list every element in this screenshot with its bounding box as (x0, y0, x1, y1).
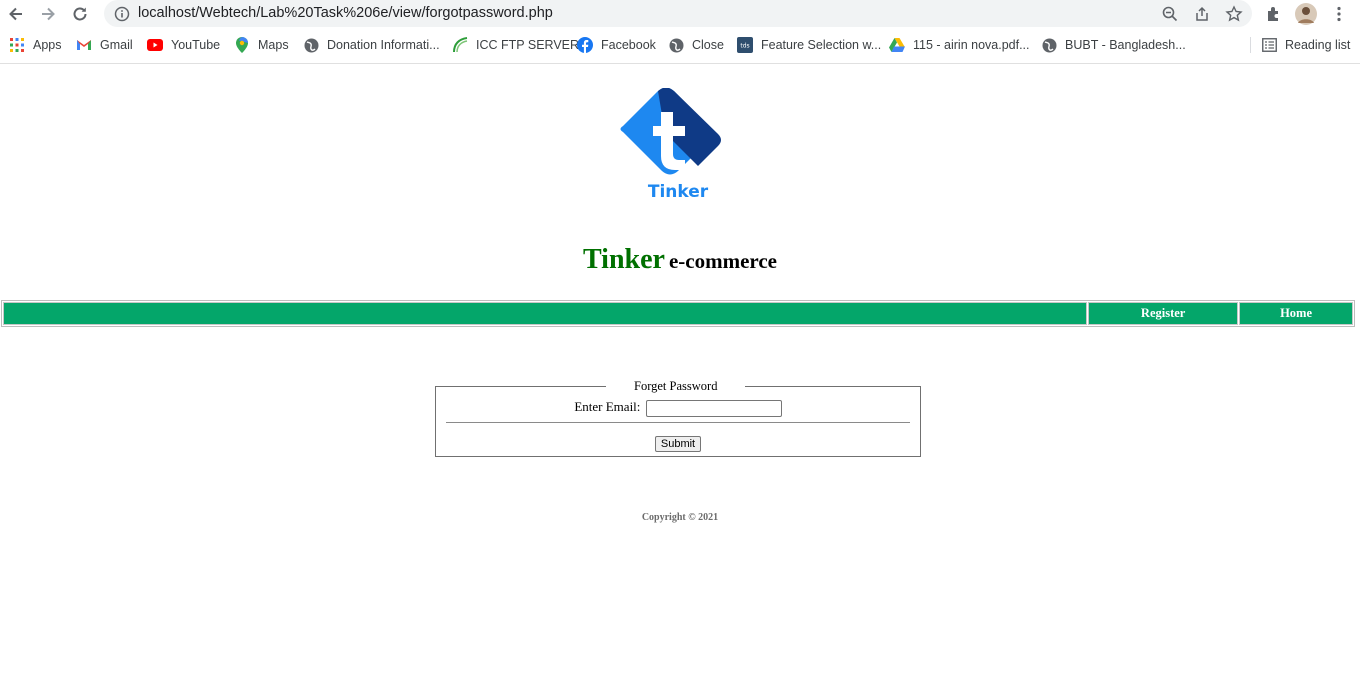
globe-icon (303, 37, 319, 53)
svg-text:tds: tds (740, 43, 749, 50)
bookmark-label: Feature Selection w... (761, 38, 882, 52)
facebook-icon (577, 37, 593, 53)
arrow-right-icon (42, 7, 55, 21)
bookmark-label: Donation Informati... (327, 38, 440, 52)
brand-subtitle: e-commerce (668, 249, 777, 273)
copyright-text: Copyright © 2021 (641, 512, 719, 523)
browser-toolbar: localhost/Webtech/Lab%20Task%206e/view/f… (0, 0, 1360, 28)
bookmark-label: 115 - airin nova.pdf... (913, 38, 1030, 52)
extensions-puzzle-icon[interactable] (1263, 3, 1285, 25)
reading-list-icon (1261, 37, 1277, 53)
bookmark-star-icon[interactable] (1224, 4, 1244, 24)
email-label: Enter Email: (574, 399, 641, 414)
bookmark-label: YouTube (171, 38, 221, 52)
brand-name: Tinker (583, 244, 665, 275)
bookmark-airin-nova-pdf[interactable]: 115 - airin nova.pdf... (889, 35, 1030, 55)
site-heading: Tinker e-commerce (0, 244, 1360, 276)
bookmarks-divider (1250, 37, 1251, 53)
more-menu-icon[interactable] (1328, 3, 1350, 25)
bookmarks-bar: Apps Gmail YouTube Maps Donation Informa… (0, 32, 1360, 58)
bookmark-feature-selection[interactable]: tds Feature Selection w... (737, 35, 881, 55)
main-nav: Register Home (1, 300, 1355, 327)
bookmark-label: Gmail (100, 38, 133, 52)
email-input[interactable] (645, 399, 782, 417)
url-text[interactable]: localhost/Webtech/Lab%20Task%206e/view/f… (138, 5, 553, 21)
chrome-divider (0, 63, 1360, 64)
address-bar[interactable]: localhost/Webtech/Lab%20Task%206e/view/f… (104, 0, 1252, 27)
bookmark-youtube[interactable]: YouTube (147, 35, 220, 55)
profile-avatar[interactable] (1295, 3, 1317, 25)
reload-button[interactable] (69, 3, 91, 25)
nav-register-link[interactable]: Register (1088, 302, 1239, 325)
nav-home-link[interactable]: Home (1239, 302, 1353, 325)
bookmark-label: Apps (33, 38, 62, 52)
forward-button[interactable] (37, 3, 59, 25)
bookmark-label: Maps (258, 38, 289, 52)
reload-icon (73, 7, 87, 21)
youtube-icon (147, 37, 163, 53)
tds-icon: tds (737, 37, 753, 53)
reading-list-button[interactable]: Reading list (1261, 35, 1350, 55)
drive-icon (889, 37, 905, 53)
bookmark-facebook[interactable]: Facebook (577, 35, 656, 55)
submit-button[interactable]: Submit (654, 436, 702, 452)
email-row: Enter Email: (436, 399, 920, 417)
forget-password-form: Forget Password Enter Email: Submit (435, 379, 921, 457)
maps-pin-icon (234, 37, 250, 53)
logo-wordmark: Tinker (648, 182, 709, 202)
bookmark-label: ICC FTP SERVER (476, 38, 580, 52)
share-icon[interactable] (1192, 4, 1212, 24)
bookmark-maps[interactable]: Maps (234, 35, 289, 55)
form-legend: Forget Password (606, 379, 746, 394)
zoom-icon[interactable] (1160, 4, 1180, 24)
globe-icon (668, 37, 684, 53)
bookmark-apps[interactable]: Apps (9, 35, 62, 55)
back-button[interactable] (5, 3, 27, 25)
bookmark-close[interactable]: Close (668, 35, 724, 55)
bookmark-label: Facebook (601, 38, 656, 52)
bookmark-gmail[interactable]: Gmail (76, 35, 133, 55)
globe-icon (1041, 37, 1057, 53)
nav-spacer-cell (3, 302, 1088, 325)
site-info-icon[interactable] (112, 4, 132, 24)
bookmark-label: Close (692, 38, 724, 52)
form-divider (446, 422, 910, 423)
bookmark-donation[interactable]: Donation Informati... (303, 35, 440, 55)
bookmark-label: BUBT - Bangladesh... (1065, 38, 1186, 52)
bookmark-icc-ftp[interactable]: ICC FTP SERVER (452, 35, 579, 55)
gmail-icon (76, 37, 92, 53)
reading-list-label: Reading list (1285, 38, 1351, 52)
tinker-logo: Tinker (618, 87, 738, 203)
arrow-left-icon (9, 7, 22, 21)
apps-grid-icon (9, 37, 25, 53)
bookmark-bubt[interactable]: BUBT - Bangladesh... (1041, 35, 1186, 55)
icc-leaf-icon (452, 37, 468, 53)
